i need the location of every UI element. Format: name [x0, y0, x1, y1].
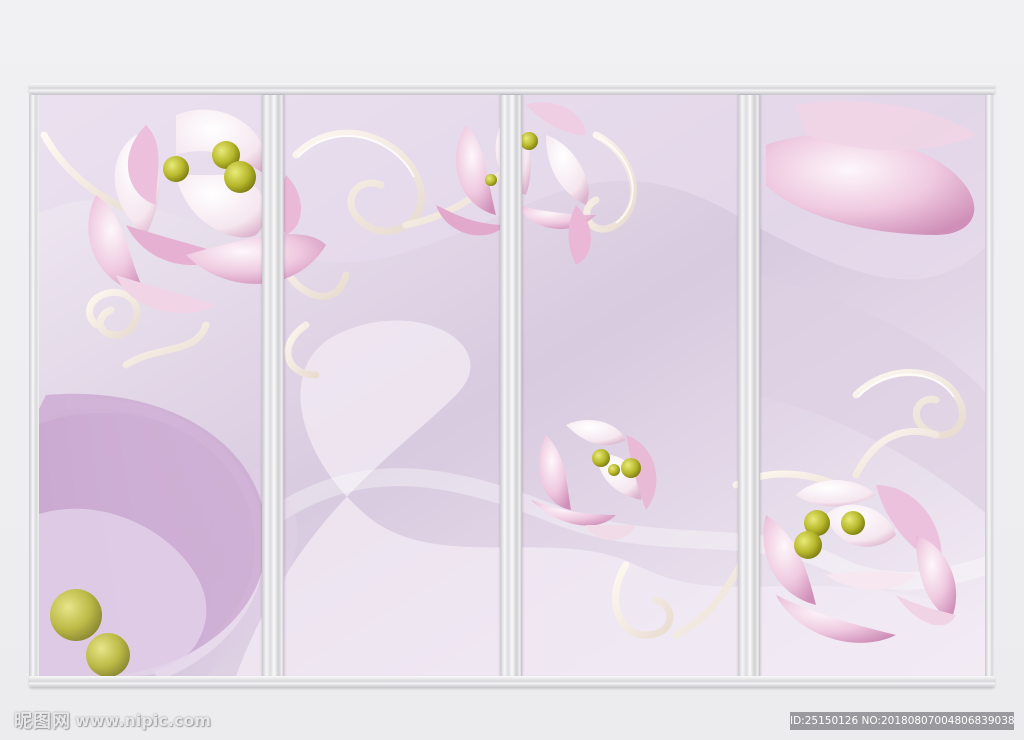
- panel-divider-3: [738, 95, 760, 676]
- frame-left-bar: [29, 95, 39, 676]
- image-id-label: ID:25150126 NO:20180807004806839038: [790, 712, 1014, 730]
- panel-divider-1: [262, 95, 284, 676]
- panel-divider-2: [500, 95, 522, 676]
- frame-top-bar: [29, 83, 995, 95]
- watermark-brand: 昵图网: [14, 711, 71, 732]
- frame-right-bar: [985, 95, 995, 676]
- site-watermark: 昵图网 www.nipic.com: [14, 708, 211, 733]
- watermark-url: www.nipic.com: [75, 710, 211, 730]
- wallpaper-preview: 昵图网 www.nipic.com ID:25150126 NO:2018080…: [0, 0, 1024, 740]
- frame-bottom-bar: [29, 676, 995, 688]
